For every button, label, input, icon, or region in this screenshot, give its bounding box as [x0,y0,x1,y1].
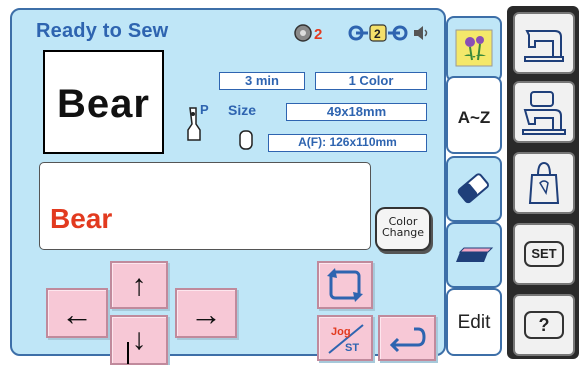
function-column: SET ? [507,6,579,359]
hoop-area-field: A(F): 126x110mm [268,134,427,152]
arrow-up-icon: ↑ [131,269,147,302]
embroidery-mode-button[interactable] [513,81,575,143]
thread-icon: 2 [294,23,334,43]
pattern-size-field: 49x18mm [286,103,427,121]
arrow-down-icon: ↓ [131,323,147,356]
bag-button[interactable] [513,152,575,214]
speaker-icon[interactable] [412,23,430,43]
tab-edit[interactable]: Edit [446,288,502,356]
flower-pattern-icon [455,29,493,67]
move-left-button[interactable]: ← [46,288,108,338]
bobbin-indicator-icon: 2 [348,23,408,43]
bag-icon [528,161,560,204]
sewing-time-field: 3 min [219,72,305,90]
eraser-icon [457,173,489,204]
input-text: Bear [50,203,113,234]
move-right-button[interactable]: → [175,288,237,338]
arrow-right-icon: → [190,296,222,332]
pattern-preview: Bear [43,50,164,154]
preview-text: Bear [57,82,150,126]
jog-label: Jog [331,326,351,338]
tab-edit-label: Edit [457,312,491,333]
color-count-field: 1 Color [315,72,427,90]
move-up-button[interactable]: ↑ [110,261,168,309]
hoop-icon [238,129,254,151]
settings-button[interactable]: SET [513,223,575,285]
help-button[interactable]: ? [513,294,575,356]
rotate-button[interactable] [317,261,373,309]
size-label: Size [228,102,257,118]
rotate-icon [327,268,363,302]
sewing-machine-screen: Ready to Sew 2 2 Bear 3 min 1 Color P Si… [2,2,579,365]
callout-line [127,342,129,364]
return-icon [389,327,426,353]
presser-foot-icon: P [184,100,214,146]
arrow-left-icon: ← [61,296,93,332]
sewing-machine-icon [524,30,564,62]
tab-eraser[interactable] [446,156,502,222]
tab-letters-label: A~Z [457,108,491,127]
thread-number: 2 [314,26,322,43]
eraser-block-icon [456,247,494,262]
mode-tabs: A~Z Edit [446,10,504,356]
help-label: ? [524,311,564,339]
main-panel: Ready to Sew 2 2 Bear 3 min 1 Color P Si… [10,8,446,365]
tab-embroidery-patterns[interactable] [446,16,502,82]
move-down-button[interactable]: ↓ [110,315,168,365]
status-title: Ready to Sew [36,20,169,42]
jog-stitch-button[interactable]: Jog ST [317,315,373,361]
presser-foot-code: P [200,102,209,117]
jog-stitch-icon: Jog ST [328,324,364,354]
return-button[interactable] [378,315,436,361]
tab-delete[interactable] [446,222,502,288]
set-label: SET [524,241,564,267]
sewing-mode-button[interactable] [513,12,575,74]
st-label: ST [345,342,359,354]
tab-letters[interactable]: A~Z [446,76,502,154]
bobbin-number: 2 [374,27,381,41]
color-change-button[interactable]: Color Change [375,207,431,251]
text-input-display[interactable]: Bear [39,162,371,250]
embroidery-machine-icon [522,91,566,135]
